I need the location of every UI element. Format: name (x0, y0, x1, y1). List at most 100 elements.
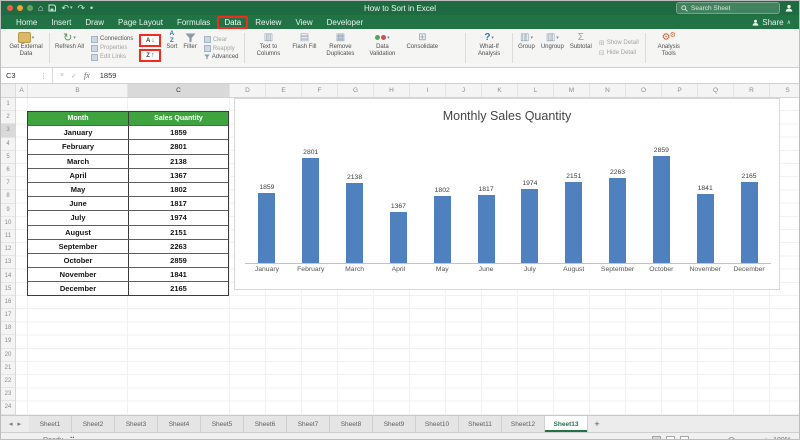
search-input[interactable]: Search Sheet (676, 2, 780, 14)
row-header-20[interactable]: 20 (1, 349, 15, 362)
formula-input[interactable]: 1859 (100, 71, 117, 80)
sheet-tab-sheet9[interactable]: Sheet9 (373, 416, 416, 432)
row-header-14[interactable]: 14 (1, 269, 15, 283)
connections-button[interactable]: Connections (91, 35, 133, 43)
column-header-G[interactable]: G (338, 84, 374, 97)
chart-bar[interactable] (477, 195, 495, 263)
get-external-data-button[interactable]: ▾ Get External Data (5, 30, 47, 66)
month-cell[interactable]: July (28, 211, 128, 224)
row-header-2[interactable]: 2 (1, 111, 15, 125)
advanced-button[interactable]: Advanced (204, 54, 238, 60)
sheet-tab-sheet6[interactable]: Sheet6 (244, 416, 287, 432)
row-header-21[interactable]: 21 (1, 362, 15, 375)
normal-view-button[interactable] (651, 435, 661, 439)
row-header-17[interactable]: 17 (1, 309, 15, 323)
column-header-P[interactable]: P (662, 84, 698, 97)
row-header-5[interactable]: 5 (1, 151, 15, 164)
month-cell[interactable]: March (28, 155, 128, 168)
sales-cell[interactable]: 1802 (128, 182, 228, 197)
tab-developer[interactable]: Developer (320, 17, 370, 28)
sort-button[interactable]: AZ Sort (163, 30, 180, 66)
tab-home[interactable]: Home (9, 17, 44, 28)
column-header-N[interactable]: N (590, 84, 626, 97)
worksheet[interactable]: 1 2 3 4 5 6 7 8 9 10 11 12 13 14 15 16 17 18 19 20 21 22 23 24 … (1, 98, 799, 415)
sheet-tab-sheet5[interactable]: Sheet5 (201, 416, 244, 432)
sheet-tab-sheet7[interactable]: Sheet7 (287, 416, 330, 432)
column-header-S[interactable]: S (770, 84, 799, 97)
tab-review[interactable]: Review (248, 17, 288, 28)
column-header-O[interactable]: O (626, 84, 662, 97)
column-header-R[interactable]: R (734, 84, 770, 97)
save-icon[interactable] (48, 4, 57, 12)
row-header-1[interactable]: 1 (1, 98, 15, 112)
share-button[interactable]: Share ∧ (752, 18, 791, 27)
month-cell[interactable]: November (28, 268, 128, 281)
column-header-C[interactable]: C (128, 84, 230, 97)
remove-duplicates-button[interactable]: ▦ Remove Duplicates (319, 30, 361, 66)
column-header-F[interactable]: F (302, 84, 338, 97)
column-header-M[interactable]: M (554, 84, 590, 97)
month-cell[interactable]: June (28, 197, 128, 210)
row-header-19[interactable]: 19 (1, 335, 15, 349)
sales-cell[interactable]: 2859 (128, 253, 228, 268)
home-icon[interactable]: ⌂ (38, 3, 43, 13)
redo-button[interactable]: ↷ (78, 3, 86, 13)
refresh-all-button[interactable]: ↻ ▾ Refresh All (52, 30, 87, 66)
chart-bar[interactable] (565, 182, 583, 263)
column-header-H[interactable]: H (374, 84, 410, 97)
next-sheet-icon[interactable]: ▸ (18, 420, 22, 428)
sales-cell[interactable]: 2263 (128, 239, 228, 253)
subtotal-button[interactable]: Σ Subtotal (567, 30, 595, 66)
row-header-7[interactable]: 7 (1, 177, 15, 191)
row-header-23[interactable]: 23 (1, 388, 15, 402)
column-header-K[interactable]: K (482, 84, 518, 97)
filter-button[interactable]: Filter (180, 30, 199, 66)
column-header-Q[interactable]: Q (698, 84, 734, 97)
sales-cell[interactable]: 1817 (128, 197, 228, 211)
column-header-B[interactable]: B (28, 84, 128, 97)
chart-bar[interactable] (609, 178, 627, 263)
sales-cell[interactable]: 1367 (128, 168, 228, 182)
row-header-4[interactable]: 4 (1, 138, 15, 151)
consolidate-button[interactable]: ⊞ Consolidate (403, 30, 441, 66)
chart-bar[interactable] (652, 156, 670, 263)
column-header-A[interactable]: A (16, 84, 28, 97)
row-header-8[interactable]: 8 (1, 190, 15, 204)
row-header-3[interactable]: 3 (1, 124, 15, 138)
undo-button[interactable]: ↶ ▾ (61, 3, 72, 13)
fullscreen-button[interactable] (27, 5, 33, 11)
chart-bar[interactable] (389, 212, 407, 263)
chart-title[interactable]: Monthly Sales Quantity (235, 109, 779, 123)
insert-function-icon[interactable]: fx (84, 71, 90, 80)
tab-draw[interactable]: Draw (78, 17, 111, 28)
confirm-entry-icon[interactable]: ✓ (71, 72, 77, 80)
chart-bar[interactable] (346, 183, 364, 263)
column-header-L[interactable]: L (518, 84, 554, 97)
ungroup-button[interactable]: ▥ ▾ Ungroup (538, 30, 567, 66)
data-validation-button[interactable]: ▾ Data Validation (361, 30, 403, 66)
month-cell[interactable]: January (28, 126, 128, 139)
text-to-columns-button[interactable]: ▥ Text to Columns (247, 30, 289, 66)
name-box-split-icon[interactable]: ⋮ (40, 72, 47, 80)
group-button[interactable]: ▥ ▾ Group (515, 30, 538, 66)
collapse-ribbon-icon[interactable]: ∧ (787, 19, 791, 26)
analysis-tools-button[interactable]: ⚙ ⚙ Analysis Tools (648, 30, 690, 66)
sales-cell[interactable]: 1974 (128, 211, 228, 225)
month-cell[interactable]: May (28, 183, 128, 196)
row-header-13[interactable]: 13 (1, 256, 15, 270)
user-icon[interactable] (785, 4, 793, 12)
month-cell[interactable]: February (28, 140, 128, 153)
chart-bar[interactable] (433, 196, 451, 263)
row-header-12[interactable]: 12 (1, 243, 15, 257)
prev-sheet-icon[interactable]: ◂ (9, 420, 13, 428)
sheet-tab-sheet1[interactable]: Sheet1 (29, 416, 72, 432)
select-all-corner[interactable] (1, 84, 16, 97)
sales-cell[interactable]: 2151 (128, 225, 228, 239)
sales-cell[interactable]: 1841 (128, 268, 228, 282)
sales-cell[interactable]: 2801 (128, 140, 228, 154)
column-header-D[interactable]: D (230, 84, 266, 97)
tab-page-layout[interactable]: Page Layout (111, 17, 170, 28)
sheet-tab-sheet2[interactable]: Sheet2 (72, 416, 115, 432)
sheet-tab-sheet8[interactable]: Sheet8 (330, 416, 373, 432)
what-if-analysis-button[interactable]: ? ▾ What-If Analysis (468, 30, 510, 66)
